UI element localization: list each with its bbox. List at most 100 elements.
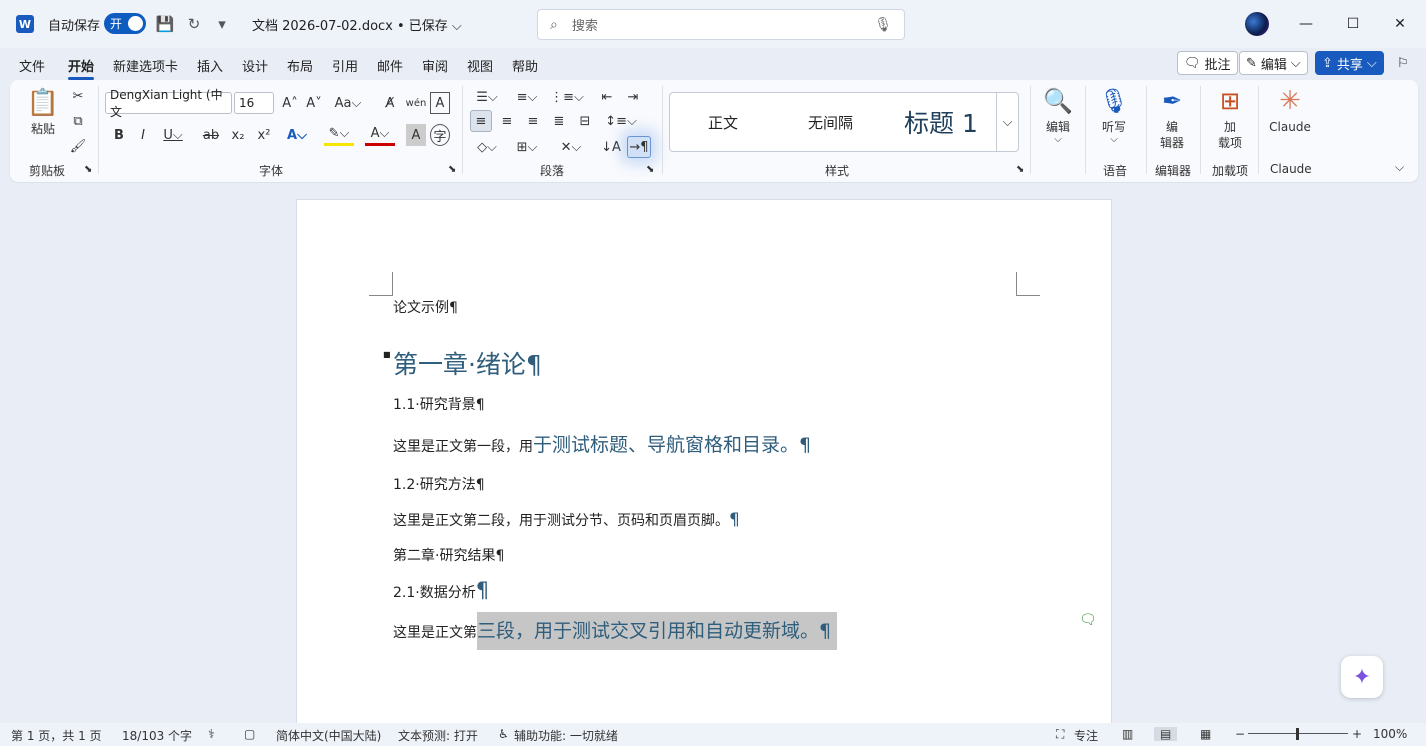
styles-more-icon[interactable]: ⌵ <box>996 93 1018 151</box>
heading-1-2[interactable]: 1.2·研究方法¶ <box>393 474 485 494</box>
editor-icon[interactable]: ✒ <box>1154 84 1190 118</box>
status-prediction[interactable]: 文本预测: 打开 <box>398 727 478 744</box>
tab-insert[interactable]: 插入 <box>197 56 223 75</box>
tab-references[interactable]: 引用 <box>332 56 358 75</box>
tab-layout[interactable]: 布局 <box>287 56 313 75</box>
status-language[interactable]: 简体中文(中国大陆) <box>276 727 381 744</box>
dialog-launcher-icon[interactable]: ⬊ <box>1016 164 1024 175</box>
search-box[interactable]: ⌕ 搜索 🎙 <box>537 9 905 40</box>
document-page[interactable]: 论文示例¶ ■ 第一章·绪论¶ 1.1·研究背景¶ 这里是正文第一段，用于测试标… <box>296 199 1112 729</box>
document-title[interactable]: 文档 2026-07-02.docx • 已保存 ⌵ <box>252 15 462 34</box>
redo-icon[interactable]: ↻ <box>184 14 204 34</box>
paste-label[interactable]: 粘贴 <box>26 120 60 137</box>
read-mode-icon[interactable]: ▥ <box>1122 727 1133 741</box>
claude-label[interactable]: Claude <box>1266 120 1314 134</box>
bold-icon[interactable]: B <box>110 124 128 146</box>
tab-mailings[interactable]: 邮件 <box>377 56 403 75</box>
char-border-icon[interactable]: A <box>430 92 450 114</box>
heading-chapter-2[interactable]: 第二章·研究结果¶ <box>393 545 504 565</box>
status-zoom[interactable]: 100% <box>1373 727 1407 741</box>
editor-label-1[interactable]: 编 <box>1154 118 1190 135</box>
comments-button[interactable]: 🗨 批注 <box>1177 51 1238 75</box>
style-normal[interactable]: 正文 <box>708 93 738 151</box>
enclose-char-icon[interactable]: 字 <box>430 124 450 146</box>
borders-icon[interactable]: ⊞⌵ <box>510 136 544 158</box>
maximize-button[interactable]: ☐ <box>1330 12 1376 36</box>
font-name-select[interactable]: DengXian Light (中文 <box>105 88 232 119</box>
tab-new[interactable]: 新建选项卡 <box>113 56 178 75</box>
body-paragraph-2[interactable]: 这里是正文第二段，用于测试分节、页码和页眉页脚。¶ <box>393 510 740 530</box>
text-effects-icon[interactable]: A⌵ <box>282 124 312 146</box>
web-layout-icon[interactable]: ▦ <box>1200 727 1211 741</box>
distributed-icon[interactable]: ⊟ <box>574 110 596 132</box>
zoom-in-icon[interactable]: + <box>1352 727 1362 741</box>
customize-icon[interactable]: ▾ <box>212 14 232 34</box>
tab-design[interactable]: 设计 <box>242 56 268 75</box>
doc-line-title[interactable]: 论文示例¶ <box>393 297 458 317</box>
style-no-spacing[interactable]: 无间隔 <box>808 93 853 151</box>
clear-format-icon[interactable]: A̸ <box>380 92 400 114</box>
dialog-launcher-icon[interactable]: ⬊ <box>448 164 456 175</box>
accessibility-view-icon[interactable]: ▢ <box>244 727 255 741</box>
addins-label-2[interactable]: 载项 <box>1212 134 1248 151</box>
microphone-icon[interactable]: 🎙 <box>1096 84 1132 118</box>
tab-home[interactable]: 开始 <box>68 56 95 80</box>
superscript-icon[interactable]: x² <box>254 124 274 146</box>
dictate-label[interactable]: 听写 <box>1096 118 1132 135</box>
new-comment-icon[interactable]: 🗨 <box>1079 612 1097 628</box>
shrink-font-icon[interactable]: A˅ <box>304 92 324 114</box>
find-icon[interactable]: 🔍 <box>1040 84 1076 118</box>
zoom-out-icon[interactable]: − <box>1235 727 1245 741</box>
font-size-select[interactable]: 16 <box>234 92 274 114</box>
asian-layout-icon[interactable]: ✕⌵ <box>554 136 588 158</box>
heading-chapter-1[interactable]: 第一章·绪论¶ <box>393 345 542 381</box>
status-accessibility[interactable]: 辅助功能: 一切就绪 <box>514 727 618 744</box>
style-heading-1[interactable]: 标题 1 <box>904 93 978 151</box>
underline-icon[interactable]: U⌵ <box>158 124 188 146</box>
strikethrough-icon[interactable]: ab <box>200 124 222 146</box>
dialog-launcher-icon[interactable]: ⬊ <box>84 164 92 175</box>
highlight-icon[interactable]: ✎⌵ <box>324 124 354 146</box>
decrease-indent-icon[interactable]: ⇤ <box>597 86 617 108</box>
document-area[interactable]: 论文示例¶ ■ 第一章·绪论¶ 1.1·研究背景¶ 这里是正文第一段，用于测试标… <box>0 183 1426 729</box>
tab-file[interactable]: 文件 <box>19 56 45 75</box>
grow-font-icon[interactable]: A˄ <box>280 92 300 114</box>
editor-label-2[interactable]: 辑器 <box>1154 134 1190 151</box>
focus-icon[interactable]: ⛶ <box>1056 727 1064 742</box>
numbering-icon[interactable]: ≡⌵ <box>510 86 544 108</box>
collapse-ribbon-icon[interactable]: ⌵ <box>1395 160 1404 175</box>
body-paragraph-3[interactable]: 这里是正文第三段，用于测试交叉引用和自动更新域。¶ <box>393 612 838 650</box>
heading-2-1[interactable]: 2.1·数据分析¶ <box>393 578 489 602</box>
heading-1-1[interactable]: 1.1·研究背景¶ <box>393 394 485 414</box>
share-button[interactable]: ⇪ 共享 ⌵ <box>1315 51 1384 75</box>
multilevel-list-icon[interactable]: ⋮≡⌵ <box>550 86 584 108</box>
tab-review[interactable]: 审阅 <box>422 56 448 75</box>
tab-help[interactable]: 帮助 <box>512 56 538 75</box>
addins-label-1[interactable]: 加 <box>1212 118 1248 135</box>
paragraph-mark-toggle[interactable]: →¶ <box>627 136 651 158</box>
status-words[interactable]: 18/103 个字 <box>122 727 192 744</box>
shading-icon[interactable]: ◇⌵ <box>470 136 504 158</box>
align-left-icon[interactable]: ≡ <box>470 110 492 132</box>
font-color-icon[interactable]: A⌵ <box>365 124 395 146</box>
save-icon[interactable]: 💾 <box>155 14 175 34</box>
phonetic-guide-icon[interactable]: wén <box>406 92 427 114</box>
align-right-icon[interactable]: ≡ <box>522 110 544 132</box>
dialog-launcher-icon[interactable]: ⬊ <box>646 164 654 175</box>
zoom-slider-thumb[interactable] <box>1296 728 1299 740</box>
italic-icon[interactable]: I <box>134 124 152 146</box>
paste-icon[interactable]: 📋 <box>26 86 60 120</box>
proofing-icon[interactable]: ⚕ <box>208 727 215 741</box>
status-page[interactable]: 第 1 页，共 1 页 <box>11 727 102 744</box>
increase-indent-icon[interactable]: ⇥ <box>623 86 643 108</box>
align-center-icon[interactable]: ≡ <box>496 110 518 132</box>
editing-mode-button[interactable]: ✎ 编辑 ⌵ <box>1239 51 1308 75</box>
autosave-toggle[interactable]: 开 <box>104 13 146 34</box>
format-painter-icon[interactable]: 🖌 <box>68 136 88 156</box>
avatar[interactable] <box>1245 12 1269 36</box>
status-focus[interactable]: 专注 <box>1074 727 1098 744</box>
feedback-icon[interactable]: ⚐ <box>1391 51 1415 75</box>
editing-label[interactable]: 编辑 <box>1040 118 1076 135</box>
tab-view[interactable]: 视图 <box>467 56 493 75</box>
addins-icon[interactable]: ⊞ <box>1212 84 1248 118</box>
